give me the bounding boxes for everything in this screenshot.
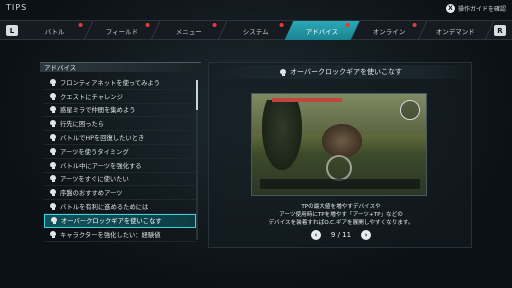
tip-bulb-icon <box>50 175 56 183</box>
tip-bulb-icon <box>50 78 56 86</box>
tab-label: バトル <box>45 27 65 36</box>
list-item[interactable]: キャラクターを強化したい：経験値 <box>44 228 196 242</box>
tips-list-panel: アドバイス フロンティアネットを使ってみよう クエストにチャレンジ 惑星ミラで仲… <box>40 62 201 244</box>
list-item[interactable]: フロンティアネットを使ってみよう <box>44 76 196 90</box>
tabs: バトル フィールド メニュー システム アドバイス オンライン オンデマンド <box>17 21 495 40</box>
page-title: TIPS <box>6 3 28 12</box>
notification-dot-icon <box>279 23 284 27</box>
tip-bulb-icon <box>50 189 56 197</box>
list-item-selected[interactable]: オーバークロックギアを使いこなす <box>44 213 196 228</box>
list-item-label: バトルを有利に進めるためには <box>60 204 149 212</box>
next-page-icon[interactable]: › <box>361 230 372 240</box>
screenshot-minimap <box>400 100 420 120</box>
description-line: デバイスを装着すればO.C.ギアを展開しやすくなります。 <box>268 220 414 226</box>
tip-bulb-icon <box>50 203 56 211</box>
tab-label: システム <box>242 27 269 36</box>
pager: ‹ 9 / 11 › <box>209 230 473 240</box>
list-item-label: 行先に困ったら <box>60 121 105 129</box>
list-item-label: バトル中にアーツを強化する <box>60 162 142 170</box>
tip-bulb-icon <box>280 68 287 76</box>
guide-hint[interactable]: X 操作ガイドを確認 <box>445 4 506 13</box>
screenshot-enemy-hp-bar <box>272 98 342 102</box>
notification-dot-icon <box>145 23 150 27</box>
scrollbar-thumb[interactable] <box>196 80 198 110</box>
tab-label: メニュー <box>175 27 202 36</box>
tip-title-bar: オーバークロックギアを使いこなす <box>209 65 473 79</box>
tab-system[interactable]: システム <box>218 21 294 40</box>
list-item[interactable]: 行先に困ったら <box>44 117 196 132</box>
tab-bar: L バトル フィールド メニュー システム アドバイス オンライン オンデマンド… <box>0 20 512 40</box>
list-item-label: アーツをすぐに使いたい <box>60 176 129 184</box>
list-header: アドバイス <box>40 62 201 72</box>
tip-bulb-icon <box>50 92 56 100</box>
list-item-label: アーツを使うタイミング <box>60 148 129 156</box>
tab-label: フィールド <box>105 27 138 36</box>
guide-label: 操作ガイドを確認 <box>457 6 506 13</box>
tip-title: オーバークロックギアを使いこなす <box>290 68 402 76</box>
tab-label: アドバイス <box>306 27 339 36</box>
list-item-label: フロンティアネットを使ってみよう <box>60 79 161 87</box>
description-line: TPの最大値を増やすデバイスや <box>301 204 381 210</box>
screenshot-tree <box>262 100 302 170</box>
tip-bulb-icon <box>50 106 56 114</box>
screenshot-hud-ring <box>326 155 352 181</box>
tip-detail-panel: オーバークロックギアを使いこなす TPの最大値を増やすデバイスや アーツ使用時に… <box>208 62 473 248</box>
notification-dot-icon <box>78 23 83 27</box>
tip-bulb-icon <box>51 217 57 225</box>
list-item-label: キャラクターを強化したい：経験値 <box>60 231 161 239</box>
list-item-label: クエストにチャレンジ <box>60 93 123 101</box>
screenshot-hud-bar <box>260 179 420 189</box>
tab-label: オンデマンド <box>436 27 476 36</box>
list-item[interactable]: バトルでHPを回復したいとき <box>44 131 196 145</box>
list-item[interactable]: クエストにチャレンジ <box>44 90 196 104</box>
tip-bulb-icon <box>50 120 56 128</box>
notification-dot-icon <box>212 23 217 27</box>
tab-label: オンライン <box>372 27 406 36</box>
header: TIPS X 操作ガイドを確認 <box>0 0 512 20</box>
tab-battle[interactable]: バトル <box>17 21 94 40</box>
tab-menu[interactable]: メニュー <box>151 21 228 40</box>
page-indicator: 9 / 11 <box>330 231 352 239</box>
tab-online[interactable]: オンライン <box>351 21 428 40</box>
tip-screenshot-image <box>251 93 427 196</box>
tab-on-demand[interactable]: オンデマンド <box>418 21 495 40</box>
notification-dot-icon <box>345 23 350 27</box>
tips-list: フロンティアネットを使ってみよう クエストにチャレンジ 惑星ミラで仲間を集めよう… <box>44 76 196 242</box>
r-button-icon[interactable]: R <box>494 25 506 36</box>
list-item[interactable]: バトル中にアーツを強化する <box>44 159 196 173</box>
l-button-icon[interactable]: L <box>6 25 18 36</box>
list-item-label: バトルでHPを回復したいとき <box>60 135 145 143</box>
list-item-label: オーバークロックギアを使いこなす <box>61 218 162 226</box>
list-item[interactable]: アーツをすぐに使いたい <box>44 173 196 187</box>
tip-bulb-icon <box>50 134 56 142</box>
tip-bulb-icon <box>50 161 56 169</box>
list-item[interactable]: バトルを有利に進めるためには <box>44 200 196 214</box>
list-item-label: 序盤のおすすめアーツ <box>60 190 123 198</box>
prev-page-icon[interactable]: ‹ <box>310 230 321 240</box>
description-line: アーツ使用時にTPを増やす「アーツ+TP」などの <box>279 212 403 218</box>
tab-advice[interactable]: アドバイス <box>285 21 361 40</box>
list-item-label: 惑星ミラで仲間を集めよう <box>60 107 136 115</box>
tip-bulb-icon <box>50 147 56 155</box>
screenshot-creature <box>322 124 362 158</box>
list-item[interactable]: アーツを使うタイミング <box>44 145 196 159</box>
notification-dot-icon <box>412 23 417 27</box>
tab-field[interactable]: フィールド <box>84 21 161 40</box>
tip-description: TPの最大値を増やすデバイスや アーツ使用時にTPを増やす「アーツ+TP」などの… <box>209 203 473 227</box>
x-button-icon: X <box>445 4 455 13</box>
tip-bulb-icon <box>50 230 56 238</box>
list-item[interactable]: 惑星ミラで仲間を集めよう <box>44 104 196 118</box>
list-scrollbar[interactable] <box>196 80 198 240</box>
list-item[interactable]: 序盤のおすすめアーツ <box>44 186 196 201</box>
